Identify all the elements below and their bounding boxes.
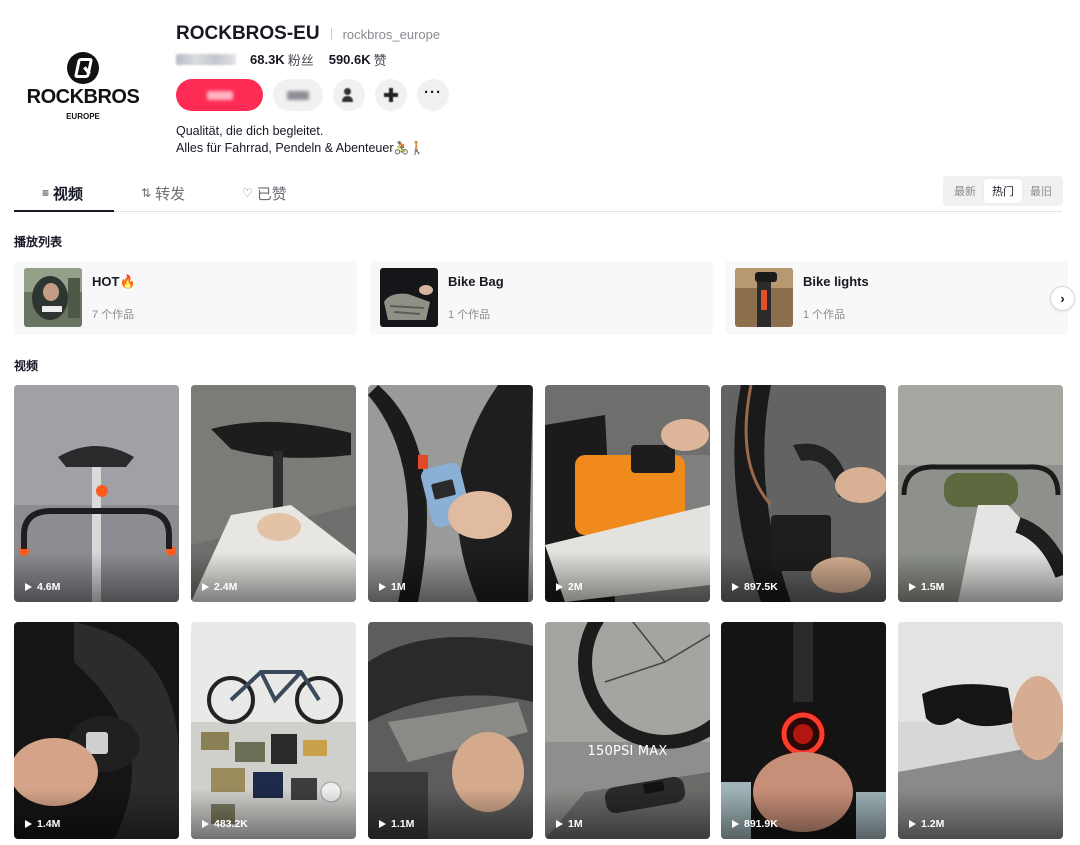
profile-bio: Qualität, die dich begleitet. Alles für …	[176, 123, 425, 157]
profile-avatar[interactable]: ROCKBROS EUROPE	[14, 32, 152, 142]
tab-label: 视频	[53, 185, 84, 203]
play-icon	[732, 820, 739, 828]
suggested-accounts-button[interactable]	[333, 79, 365, 111]
playlist-thumbnail	[735, 268, 793, 327]
playlist-count: 7 个作品	[92, 309, 135, 321]
playlist-card[interactable]: HOT🔥 7 个作品	[14, 261, 357, 335]
tab-reposts[interactable]: ⇅ 转发	[141, 175, 185, 211]
video-card[interactable]: 4.6M	[14, 385, 179, 602]
person-add-icon	[341, 87, 357, 103]
follow-button-label	[206, 90, 233, 100]
play-icon	[202, 820, 209, 828]
playlist-title: HOT🔥	[92, 274, 136, 289]
logo-wordmark: ROCKBROS	[26, 86, 140, 108]
followers-count[interactable]: 68.3K	[250, 52, 285, 67]
profile-name-row: ROCKBROS-EU rockbros_europe	[176, 22, 440, 46]
playlists-heading: 播放列表	[14, 235, 63, 249]
followers-label[interactable]: 粉丝	[288, 50, 314, 69]
tab-liked[interactable]: ♡ 已赞	[242, 175, 287, 211]
view-count: 483.2K	[202, 818, 248, 830]
message-button[interactable]	[273, 79, 323, 111]
profile-handle: rockbros_europe	[342, 26, 441, 42]
rockbros-logo-icon	[67, 52, 99, 84]
grid-icon: ≡	[42, 186, 50, 200]
divider	[330, 28, 332, 40]
play-icon	[25, 820, 32, 828]
heart-icon: ♡	[242, 186, 253, 200]
view-count: 1M	[556, 818, 583, 830]
play-icon	[25, 583, 32, 591]
view-count: 2.4M	[202, 581, 237, 593]
more-options-button[interactable]: ···	[417, 79, 449, 111]
playlist-thumbnail	[380, 268, 438, 327]
bio-line: Qualität, die dich begleitet.	[176, 124, 324, 138]
share-icon	[384, 88, 398, 102]
chevron-right-icon: ›	[1060, 291, 1065, 306]
playlist-count: 1 个作品	[448, 309, 491, 321]
play-icon	[556, 820, 563, 828]
following-count-blurred[interactable]	[176, 53, 236, 65]
video-overlay-text: 150PSI MAX	[587, 744, 668, 759]
video-card[interactable]: 1.4M	[14, 622, 179, 839]
profile-actions: ···	[176, 79, 459, 111]
playlist-title: Bike lights	[803, 274, 869, 289]
sort-latest-button[interactable]: 最新	[946, 179, 984, 203]
tab-videos[interactable]: ≡ 视频	[42, 175, 83, 211]
view-count: 1.2M	[909, 818, 944, 830]
sort-oldest-button[interactable]: 最旧	[1022, 179, 1060, 203]
video-card[interactable]: 1.1M	[368, 622, 533, 839]
view-count: 1M	[379, 581, 406, 593]
view-count: 4.6M	[25, 581, 60, 593]
videos-heading: 视频	[14, 359, 39, 373]
view-count: 2M	[556, 581, 583, 593]
play-icon	[202, 583, 209, 591]
video-card[interactable]: 150PSI MAX 1M	[545, 622, 710, 839]
profile-stats: 68.3K 粉丝 590.6K 赞	[176, 50, 402, 68]
playlist-card[interactable]: Bike lights 1 个作品	[725, 261, 1068, 335]
playlist-card[interactable]: Bike Bag 1 个作品	[370, 261, 713, 335]
repost-icon: ⇅	[141, 186, 152, 200]
logo-subtext: EUROPE	[66, 112, 100, 121]
sort-popular-button[interactable]: 热门	[984, 179, 1022, 203]
video-card[interactable]: 2M	[545, 385, 710, 602]
playlists-next-button[interactable]: ›	[1050, 286, 1075, 311]
follow-button[interactable]	[176, 79, 263, 111]
view-count: 1.1M	[379, 818, 414, 830]
tab-label: 转发	[155, 185, 186, 203]
video-card[interactable]: 891.9K	[721, 622, 886, 839]
profile-tabs: ≡ 视频 ⇅ 转发 ♡ 已赞 最新 热门 最旧	[14, 175, 1063, 212]
video-card[interactable]: 897.5K	[721, 385, 886, 602]
view-count: 1.4M	[25, 818, 60, 830]
share-button[interactable]	[375, 79, 407, 111]
play-icon	[909, 820, 916, 828]
video-card[interactable]: 1.5M	[898, 385, 1063, 602]
active-tab-indicator	[14, 210, 114, 212]
tab-label: 已赞	[256, 185, 287, 203]
likes-count: 590.6K	[328, 51, 371, 67]
likes-label: 赞	[373, 52, 387, 68]
play-icon	[379, 820, 386, 828]
play-icon	[909, 583, 916, 591]
video-card[interactable]: 483.2K	[191, 622, 356, 839]
display-name: ROCKBROS-EU	[176, 23, 320, 44]
video-card[interactable]: 1.2M	[898, 622, 1063, 839]
playlist-thumbnail	[24, 268, 82, 327]
playlist-title: Bike Bag	[448, 274, 504, 289]
sort-toggle: 最新 热门 最旧	[943, 176, 1063, 206]
bio-line: Alles für Fahrrad, Pendeln & Abenteuer🚴🏽…	[176, 141, 425, 155]
view-count: 897.5K	[732, 581, 778, 593]
play-icon	[732, 583, 739, 591]
video-card[interactable]: 2.4M	[191, 385, 356, 602]
message-button-label	[287, 90, 309, 100]
more-icon: ···	[424, 83, 442, 101]
video-card[interactable]: 1M	[368, 385, 533, 602]
view-count: 891.9K	[732, 818, 778, 830]
view-count: 1.5M	[909, 581, 944, 593]
play-icon	[556, 583, 563, 591]
play-icon	[379, 583, 386, 591]
playlist-count: 1 个作品	[803, 309, 846, 321]
